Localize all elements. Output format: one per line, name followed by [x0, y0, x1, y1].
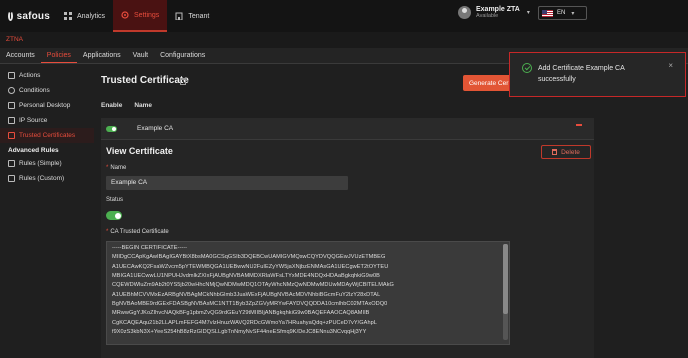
name-label: * Name — [106, 165, 127, 171]
cert-line: MRwwGgYJKoZIhvcNAQkBFg1pbmZvQG9rdGEuY29t… — [112, 310, 370, 317]
row-name: Example CA — [137, 125, 174, 132]
trash-icon — [552, 149, 558, 155]
cert-line: CgKCAQEAqu21b2LLAPLmFEFG4M7vlzHnuzWAVQ2R… — [112, 319, 377, 326]
rules-icon — [8, 160, 15, 167]
user-status: Available — [476, 13, 499, 19]
sidebar-item-rules-simple[interactable]: Rules (Simple) — [0, 156, 94, 171]
grid-icon — [64, 12, 72, 20]
logo-text: safous — [16, 10, 50, 22]
sidebar-item-rules-custom[interactable]: Rules (Custom) — [0, 171, 94, 186]
delete-button[interactable]: Delete — [541, 145, 591, 159]
sidebar-item-trusted-certificates[interactable]: Trusted Certificates — [0, 128, 94, 143]
scrollbar[interactable] — [503, 244, 508, 340]
logo[interactable]: safous — [0, 11, 50, 22]
tab-vault[interactable]: Vault — [127, 48, 154, 63]
sidebar-item-actions[interactable]: Actions — [0, 68, 94, 83]
table-header: Enable Name — [101, 102, 152, 109]
cert-line: MBIGA1UECwwLU1NPUHJvdmlkZXIxFjAUBgNVBAMM… — [112, 273, 380, 280]
success-toast: Add Certificate Example CA successfully … — [509, 52, 686, 97]
cert-line: MIIDgCCApKgAwIBAgIGAYBtX8bsMA0GCSqGSIb3D… — [112, 254, 386, 261]
sidebar-item-label: IP Source — [19, 117, 48, 124]
building-icon — [175, 12, 183, 20]
topnav-tenant[interactable]: Tenant — [167, 0, 217, 32]
certificate-textarea[interactable]: -----BEGIN CERTIFICATE----- MIIDgCCApKgA… — [106, 241, 510, 345]
cert-line: f9X0zS3kbN3X+YeeS254hB8zRzGIDQSLLgbTnNmy… — [112, 329, 367, 336]
sidebar-item-label: Trusted Certificates — [19, 132, 76, 139]
tab-applications[interactable]: Applications — [77, 48, 127, 63]
panel-title: View Certificate — [106, 146, 173, 156]
table-row[interactable]: Example CA — [101, 118, 594, 140]
tab-accounts[interactable]: Accounts — [0, 48, 41, 63]
status-label: Status — [106, 197, 124, 203]
conditions-icon — [8, 87, 15, 94]
actions-icon — [8, 72, 15, 79]
sidebar-item-personal-desktop[interactable]: Personal Desktop — [0, 98, 94, 113]
scrollbar-thumb[interactable] — [503, 244, 508, 314]
check-circle-icon — [522, 63, 532, 73]
rules-icon — [8, 175, 15, 182]
enable-toggle[interactable] — [106, 125, 117, 132]
sidebar-item-ip-source[interactable]: IP Source — [0, 113, 94, 128]
user-menu[interactable]: Example ZTA Available ▾ — [458, 6, 530, 19]
chevron-down-icon: ▾ — [571, 10, 575, 17]
logo-icon — [8, 11, 13, 21]
sidebar-item-label: Conditions — [19, 87, 50, 94]
topnav-label: Settings — [134, 11, 160, 19]
column-name: Name — [134, 102, 153, 109]
cert-line: A1UECAwKQ2FsaWZvcm5pYTEWMBQGA1UEBwwNU2Fu… — [112, 263, 389, 270]
gear-icon — [121, 11, 129, 19]
sidebar-section-title: Advanced Rules — [8, 147, 59, 154]
sidebar-item-conditions[interactable]: Conditions — [0, 83, 94, 98]
status-toggle[interactable] — [106, 211, 122, 220]
sidebar: Actions Conditions Personal Desktop IP S… — [0, 68, 94, 358]
collapse-icon[interactable] — [576, 124, 582, 126]
toast-message: Add Certificate Example CA successfully — [538, 65, 625, 83]
certificate-icon — [8, 132, 15, 139]
top-nav: Analytics Settings Tenant — [56, 0, 217, 32]
user-name: Example ZTA — [476, 6, 520, 13]
topnav-label: Tenant — [188, 12, 210, 20]
sidebar-item-label: Rules (Simple) — [19, 160, 62, 167]
topnav-analytics[interactable]: Analytics — [56, 0, 113, 32]
sidebar-item-label: Rules (Custom) — [19, 175, 65, 182]
sidebar-item-label: Actions — [19, 72, 41, 79]
column-enable: Enable — [101, 102, 123, 109]
cert-label: * CA Trusted Certificate — [106, 229, 169, 235]
delete-label: Delete — [561, 148, 580, 156]
cert-line: BgNVBAoMBE9rdGExFDASBgNVBAsMC1NTT1Byb3Zp… — [112, 301, 388, 308]
certificate-detail-panel: View Certificate Delete * Name Example CA… — [101, 140, 594, 358]
tab-configurations[interactable]: Configurations — [154, 48, 211, 63]
ip-icon — [8, 117, 15, 124]
breadcrumb: ZTNA — [0, 32, 688, 48]
chevron-down-icon: ▾ — [526, 10, 530, 16]
tab-policies[interactable]: Policies — [40, 48, 77, 63]
avatar — [458, 6, 471, 19]
language-select[interactable]: EN ▾ — [538, 6, 587, 20]
generate-certificate-button[interactable]: Generate Cer — [463, 75, 513, 91]
page-title: Trusted Certificate — [101, 75, 189, 86]
name-field[interactable]: Example CA — [106, 176, 348, 190]
sidebar-item-label: Personal Desktop — [19, 102, 71, 109]
trash-icon[interactable] — [180, 78, 186, 85]
cert-line: A1UEBhMCVVMxEzARBgNVBAgMCkNhbGlmb3JuaWEx… — [112, 291, 381, 298]
cert-line: -----BEGIN CERTIFICATE----- — [112, 245, 188, 251]
us-flag-icon — [542, 9, 553, 17]
desktop-icon — [8, 102, 15, 109]
language-code: EN — [557, 10, 566, 16]
close-icon[interactable]: × — [668, 61, 673, 70]
topnav-settings[interactable]: Settings — [113, 0, 168, 32]
topnav-label: Analytics — [77, 12, 106, 20]
cert-line: CQEWDWluZm9Ab2t0YS5jb20wHhcNMjQwNDMwMDQ1… — [112, 282, 394, 289]
